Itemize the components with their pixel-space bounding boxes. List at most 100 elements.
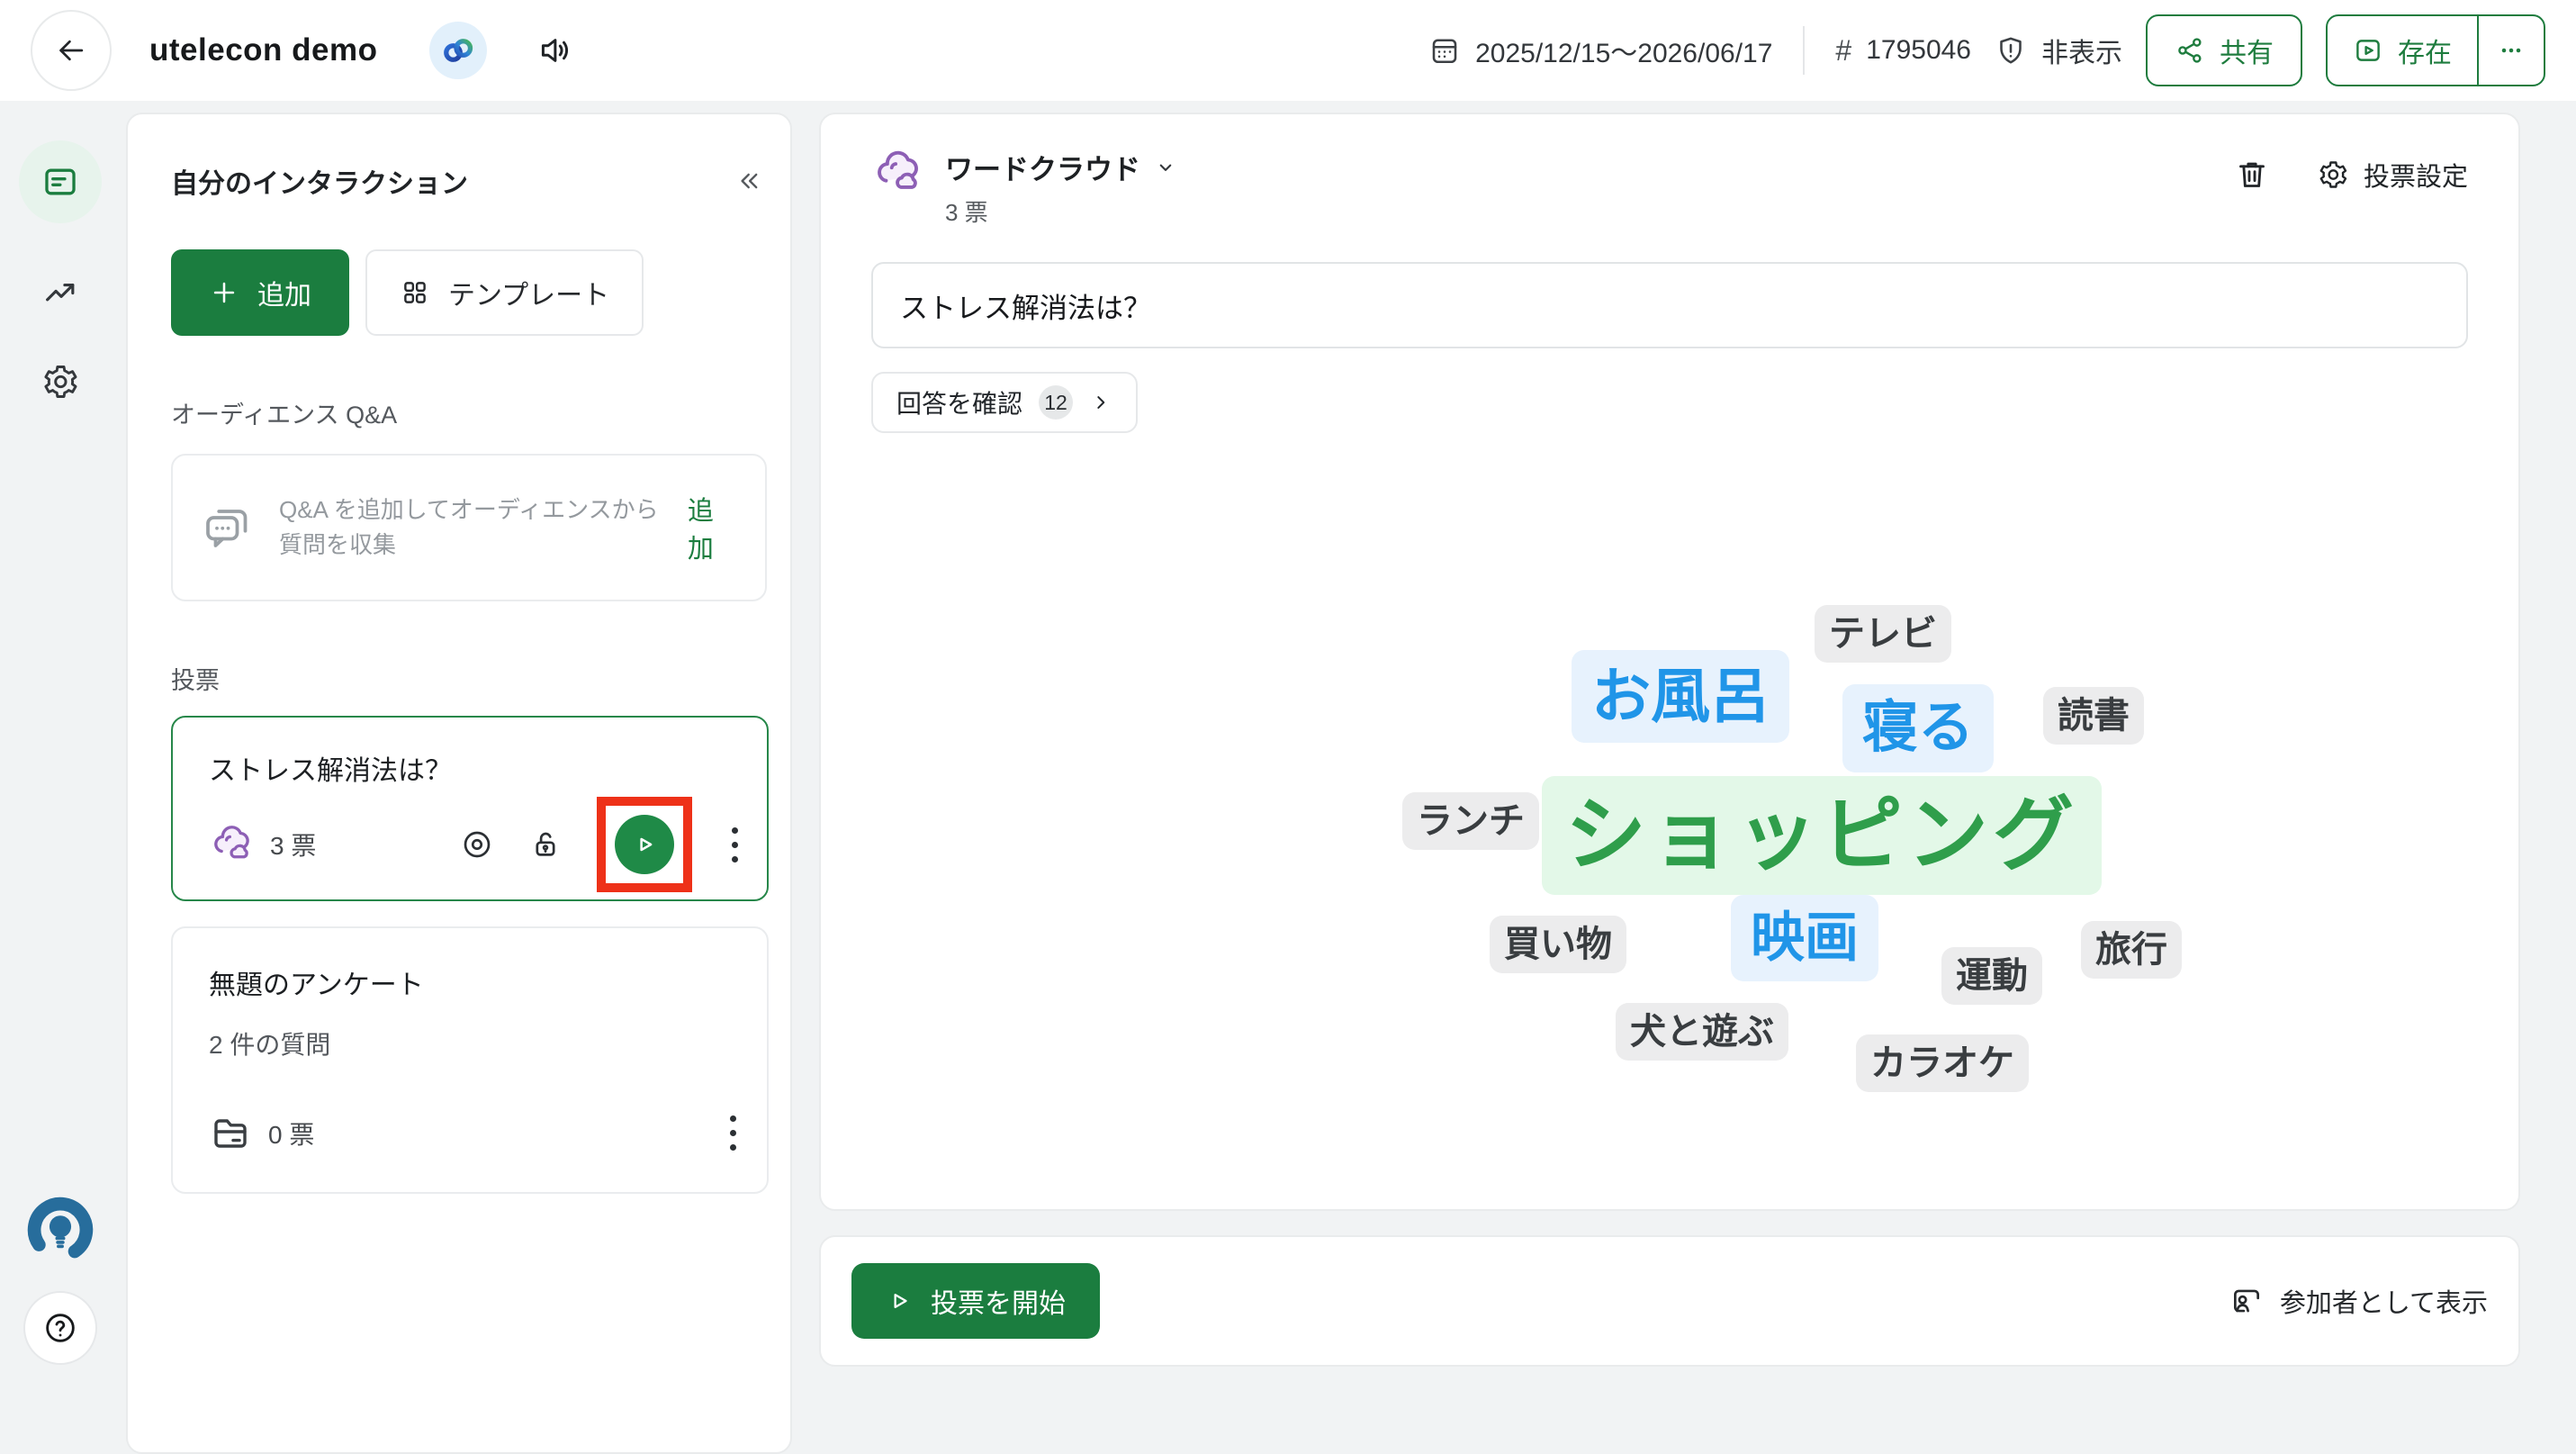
polls-section-label: 投票 — [171, 661, 763, 696]
rail-bottom — [0, 1192, 121, 1365]
unlocked-padlock-icon — [528, 827, 563, 862]
cloud-word: ショッピング — [1542, 776, 2102, 895]
survey-menu-button[interactable] — [725, 1110, 742, 1156]
poll-votes: 3 票 — [270, 826, 316, 862]
delete-poll-button[interactable] — [2234, 157, 2270, 193]
poll-detail-card: ワードクラウド 3 票 投票設定 ストレス解消法は？ 回答を確認 12 テレビお… — [819, 113, 2520, 1211]
collapse-panel-button[interactable] — [733, 166, 763, 196]
poll-vote-count: 3 票 — [945, 194, 1178, 228]
back-button[interactable] — [31, 10, 112, 91]
cloud-word: 寝る — [1842, 684, 1994, 772]
slido-admin-page: { "colors": { "accent_green": "#1b7d3f",… — [0, 0, 2576, 1385]
present-split-button: 存在 — [2326, 14, 2545, 86]
cloud-word: 読書 — [2043, 687, 2144, 745]
poll-type-dropdown[interactable]: ワードクラウド — [945, 147, 1178, 187]
qa-add-link[interactable]: 追加 — [688, 490, 738, 565]
cloud-word: ランチ — [1402, 792, 1539, 850]
cloud-word: カラオケ — [1856, 1034, 2029, 1092]
qa-section-label: オーディエンス Q&A — [171, 395, 763, 430]
start-poll-button[interactable] — [615, 815, 674, 874]
lock-voting-button[interactable] — [528, 827, 563, 862]
answer-count-badge: 12 — [1039, 385, 1073, 420]
cloud-word: 買い物 — [1490, 916, 1626, 973]
template-grid-icon — [400, 277, 430, 308]
play-outline-icon — [886, 1287, 913, 1314]
word-cloud-type-icon — [871, 147, 923, 199]
top-bar-meta: 2025/12/15〜2026/06/17 # 1795046 非表示 共有 存… — [1428, 14, 2545, 86]
poll-settings-label: 投票設定 — [2364, 156, 2468, 194]
ellipsis-icon — [2497, 36, 2526, 65]
present-icon — [2353, 35, 2383, 66]
eye-icon — [460, 827, 494, 862]
hidden-status[interactable]: 非表示 — [1995, 31, 2122, 70]
poll-card-wordcloud[interactable]: ストレス解消法は？ 3 票 — [171, 716, 769, 901]
rail-settings-item[interactable] — [41, 362, 80, 402]
chevron-right-icon — [1089, 391, 1112, 414]
present-button[interactable]: 存在 — [2328, 16, 2477, 85]
chevron-down-icon — [1153, 155, 1178, 180]
template-label: テンプレート — [448, 273, 609, 312]
view-as-participant-link[interactable]: 参加者として表示 — [2229, 1282, 2488, 1320]
view-as-participant-label: 参加者として表示 — [2280, 1282, 2488, 1320]
survey-folder-icon — [209, 1112, 252, 1155]
annotation-highlight-box — [597, 797, 692, 892]
trending-up-icon — [41, 274, 79, 312]
review-answers-button[interactable]: 回答を確認 12 — [871, 372, 1138, 433]
more-actions-button[interactable] — [2477, 16, 2544, 85]
rail-analytics-item[interactable] — [41, 274, 79, 312]
gear-icon — [41, 362, 80, 402]
bottom-action-bar: 投票を開始 参加者として表示 — [819, 1235, 2520, 1367]
cloud-word: お風呂 — [1572, 650, 1789, 743]
word-cloud-icon — [209, 822, 254, 867]
interactions-icon — [41, 162, 80, 202]
settings-gear-icon — [2317, 158, 2349, 191]
event-code-value: 1795046 — [1866, 35, 1971, 66]
cloud-word: 運動 — [1941, 947, 2042, 1005]
left-rail — [0, 101, 121, 1385]
poll-settings-button[interactable]: 投票設定 — [2317, 156, 2468, 194]
qa-prompt-text: Q&A を追加してオーディエンスから質問を収集 — [279, 492, 662, 563]
trash-icon — [2234, 157, 2270, 193]
word-cloud: テレビお風呂寝る読書ランチショッピング買い物映画運動旅行犬と遊ぶカラオケ — [823, 506, 2518, 1199]
help-button[interactable] — [23, 1291, 97, 1365]
poll-question-input[interactable]: ストレス解消法は？ — [871, 262, 2468, 348]
arrow-left-icon — [54, 33, 88, 68]
start-voting-label: 投票を開始 — [931, 1281, 1066, 1321]
event-date-range: 2025/12/15〜2026/06/17 — [1475, 31, 1772, 70]
share-label: 共有 — [2220, 31, 2274, 70]
page-title: utelecon demo — [149, 32, 377, 68]
slido-logo — [23, 1192, 98, 1268]
poll-type-label: ワードクラウド — [945, 147, 1140, 187]
review-label: 回答を確認 — [896, 384, 1022, 420]
rail-interactions-item[interactable] — [19, 140, 102, 223]
start-voting-button[interactable]: 投票を開始 — [851, 1263, 1100, 1339]
play-icon — [631, 831, 658, 858]
poll-menu-button[interactable] — [726, 822, 743, 868]
interactions-panel: 自分のインタラクション 追加 テンプレート オーディエンス Q&A Q&A を追… — [126, 113, 792, 1454]
top-bar: utelecon demo 2025/12/15〜2026/06/17 # 17… — [0, 0, 2576, 101]
add-label: 追加 — [257, 273, 311, 312]
hash-icon: # — [1835, 34, 1851, 68]
survey-title: 無題のアンケート — [209, 962, 742, 1002]
template-button[interactable]: テンプレート — [365, 249, 644, 336]
share-icon — [2175, 35, 2205, 66]
add-interaction-button[interactable]: 追加 — [171, 249, 349, 336]
event-code: # 1795046 — [1835, 34, 1971, 68]
cloud-word: 犬と遊ぶ — [1616, 1003, 1788, 1061]
shield-alert-icon — [1995, 34, 2027, 67]
survey-question-count: 2 件の質問 — [209, 1025, 742, 1061]
hidden-label: 非表示 — [2041, 31, 2122, 70]
announcement-icon[interactable] — [536, 32, 573, 69]
cloud-word: 映画 — [1731, 895, 1878, 981]
question-mark-icon — [42, 1310, 78, 1346]
cloud-word: 旅行 — [2081, 921, 2182, 979]
poll-card-survey[interactable]: 無題のアンケート 2 件の質問 0 票 — [171, 926, 769, 1194]
panel-title: 自分のインタラクション — [171, 161, 468, 201]
divider — [1803, 26, 1805, 75]
participant-view-icon — [2229, 1284, 2264, 1318]
share-button[interactable]: 共有 — [2146, 14, 2302, 86]
calendar-icon — [1428, 34, 1461, 67]
toggle-results-visibility-button[interactable] — [460, 827, 494, 862]
present-label: 存在 — [2398, 31, 2452, 70]
event-dates: 2025/12/15〜2026/06/17 — [1428, 31, 1772, 70]
